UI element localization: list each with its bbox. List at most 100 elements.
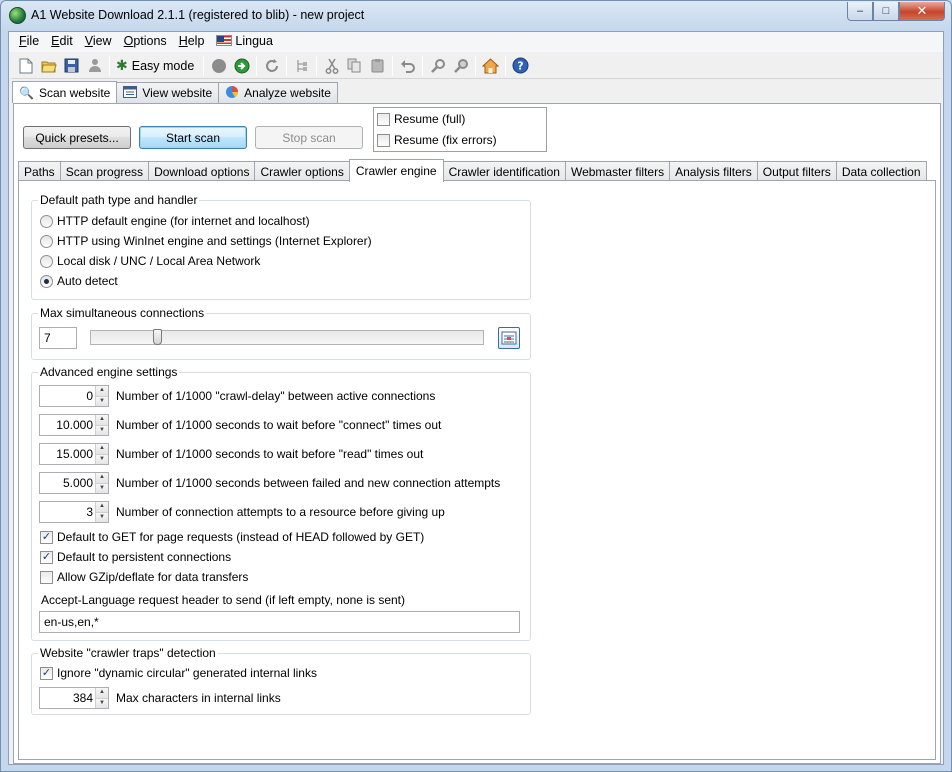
resume-full-label: Resume (full) <box>394 112 466 126</box>
read-timeout-label: Number of 1/1000 seconds to wait before … <box>116 447 424 461</box>
checkbox-box: ✓ <box>40 550 53 564</box>
menu-view[interactable]: View <box>79 32 118 52</box>
retry-delay-input[interactable]: 5.000 ▲ ▼ <box>39 472 109 494</box>
spinner[interactable]: ▲ ▼ <box>95 688 108 708</box>
spinner[interactable]: ▲ ▼ <box>95 444 108 464</box>
tab-view-website[interactable]: View website <box>116 82 220 103</box>
start-scan-button[interactable]: Start scan <box>139 126 247 149</box>
undo-icon[interactable] <box>396 55 419 77</box>
easy-mode-button[interactable]: ✱ Easy mode <box>113 55 200 77</box>
open-folder-icon[interactable] <box>37 55 60 77</box>
radio-local-disk[interactable]: Local disk / UNC / Local Area Network <box>40 254 260 268</box>
tab-data-collection[interactable]: Data collection <box>835 161 927 181</box>
menu-help[interactable]: Help <box>173 32 211 52</box>
new-file-icon[interactable] <box>14 55 37 77</box>
radio-label: Local disk / UNC / Local Area Network <box>57 254 261 268</box>
connect-timeout-input[interactable]: 10.000 ▲ ▼ <box>39 414 109 436</box>
spin-down-icon[interactable]: ▼ <box>96 697 108 708</box>
radio-http-default[interactable]: HTTP default engine (for internet and lo… <box>40 214 310 228</box>
spin-up-icon[interactable]: ▲ <box>96 473 108 483</box>
spinner[interactable]: ▲ ▼ <box>95 502 108 522</box>
connection-attempts-input[interactable]: 3 ▲ ▼ <box>39 501 109 523</box>
checkbox-label: Default to GET for page requests (instea… <box>57 530 425 544</box>
search-icon[interactable] <box>426 55 449 77</box>
connect-timeout-label: Number of 1/1000 seconds to wait before … <box>116 418 442 432</box>
spin-up-icon[interactable]: ▲ <box>96 415 108 425</box>
svg-text:?: ? <box>518 60 524 73</box>
title-bar[interactable]: A1 Website Download 2.1.1 (registered to… <box>1 1 951 31</box>
menu-file[interactable]: File <box>13 32 45 52</box>
search-replace-icon[interactable] <box>449 55 472 77</box>
tab-crawler-options[interactable]: Crawler options <box>254 161 350 181</box>
radio-http-wininet[interactable]: HTTP using WinInet engine and settings (… <box>40 234 372 248</box>
save-icon[interactable] <box>60 55 83 77</box>
max-connections-slider[interactable] <box>90 330 484 345</box>
radio-label: HTTP using WinInet engine and settings (… <box>57 234 372 248</box>
quick-presets-button[interactable]: Quick presets... <box>23 126 131 149</box>
spinner[interactable]: ▲ ▼ <box>95 473 108 493</box>
easy-mode-icon: ✱ <box>116 57 128 73</box>
resume-full-checkbox[interactable]: Resume (full) <box>377 112 465 126</box>
tree-icon[interactable] <box>290 55 313 77</box>
stop-scan-button[interactable]: Stop scan <box>255 126 363 149</box>
spin-down-icon[interactable]: ▼ <box>96 511 108 522</box>
toolbar-separator <box>422 55 424 76</box>
radio-label: HTTP default engine (for internet and lo… <box>57 214 310 228</box>
spin-up-icon[interactable]: ▲ <box>96 444 108 454</box>
max-characters-input[interactable]: 384 ▲ ▼ <box>39 687 109 709</box>
spin-up-icon[interactable]: ▲ <box>96 386 108 396</box>
close-button[interactable]: ✕ <box>899 2 945 21</box>
cut-icon[interactable] <box>320 55 343 77</box>
resume-fix-errors-checkbox[interactable]: Resume (fix errors) <box>377 133 497 147</box>
checkbox-box <box>377 112 390 126</box>
field-value: 5.000 <box>62 476 93 490</box>
paste-icon[interactable] <box>366 55 389 77</box>
tab-webmaster-filters[interactable]: Webmaster filters <box>564 161 671 181</box>
easy-mode-label: Easy mode <box>131 58 195 73</box>
max-connections-input[interactable]: 7 <box>39 327 77 349</box>
tab-output-filters[interactable]: Output filters <box>756 161 837 181</box>
refresh-icon[interactable] <box>260 55 283 77</box>
radio-auto-detect[interactable]: Auto detect <box>40 274 118 288</box>
gzip-checkbox[interactable]: Allow GZip/deflate for data transfers <box>40 570 248 584</box>
copy-icon[interactable] <box>343 55 366 77</box>
tab-paths[interactable]: Paths <box>18 161 61 181</box>
spin-down-icon[interactable]: ▼ <box>96 395 108 406</box>
maximize-button[interactable]: □ <box>873 2 899 21</box>
help-icon[interactable]: ? <box>509 55 532 77</box>
spin-down-icon[interactable]: ▼ <box>96 424 108 435</box>
user-icon[interactable] <box>83 55 106 77</box>
tab-scan-progress[interactable]: Scan progress <box>59 161 150 181</box>
spin-up-icon[interactable]: ▲ <box>96 688 108 698</box>
spinner[interactable]: ▲ ▼ <box>95 415 108 435</box>
get-requests-checkbox[interactable]: ✓ Default to GET for page requests (inst… <box>40 530 424 544</box>
ignore-circular-links-checkbox[interactable]: ✓ Ignore "dynamic circular" generated in… <box>40 666 317 680</box>
tab-crawler-identification[interactable]: Crawler identification <box>442 161 566 181</box>
spin-down-icon[interactable]: ▼ <box>96 482 108 493</box>
spinner[interactable]: ▲ ▼ <box>95 386 108 406</box>
accept-language-label: Accept-Language request header to send (… <box>41 593 405 607</box>
menu-options[interactable]: Options <box>118 32 173 52</box>
tab-scan-website[interactable]: 🔍 Scan website <box>12 81 118 103</box>
minimize-button[interactable]: ‒ <box>847 2 873 21</box>
crawl-delay-input[interactable]: 0 ▲ ▼ <box>39 385 109 407</box>
calculator-icon[interactable] <box>498 327 520 349</box>
spin-up-icon[interactable]: ▲ <box>96 502 108 512</box>
tab-analyze-website[interactable]: Analyze website <box>218 82 338 103</box>
persistent-connections-checkbox[interactable]: ✓ Default to persistent connections <box>40 550 231 564</box>
spin-down-icon[interactable]: ▼ <box>96 453 108 464</box>
menu-lingua[interactable]: Lingua <box>210 32 279 52</box>
tab-analysis-filters[interactable]: Analysis filters <box>669 161 758 181</box>
path-type-group: Default path type and handler HTTP defau… <box>31 193 531 300</box>
tab-crawler-engine[interactable]: Crawler engine <box>348 159 444 182</box>
home-icon[interactable] <box>479 55 502 77</box>
menu-edit[interactable]: Edit <box>45 32 79 52</box>
accept-language-input[interactable]: en-us,en,* <box>39 611 520 633</box>
stop-circle-icon[interactable] <box>207 55 230 77</box>
group-title: Advanced engine settings <box>38 365 180 379</box>
read-timeout-input[interactable]: 15.000 ▲ ▼ <box>39 443 109 465</box>
tab-download-options[interactable]: Download options <box>148 161 256 181</box>
go-arrow-icon[interactable] <box>230 55 253 77</box>
crawler-traps-group: Website "crawler traps" detection ✓ Igno… <box>31 646 531 715</box>
slider-thumb[interactable] <box>152 329 162 345</box>
